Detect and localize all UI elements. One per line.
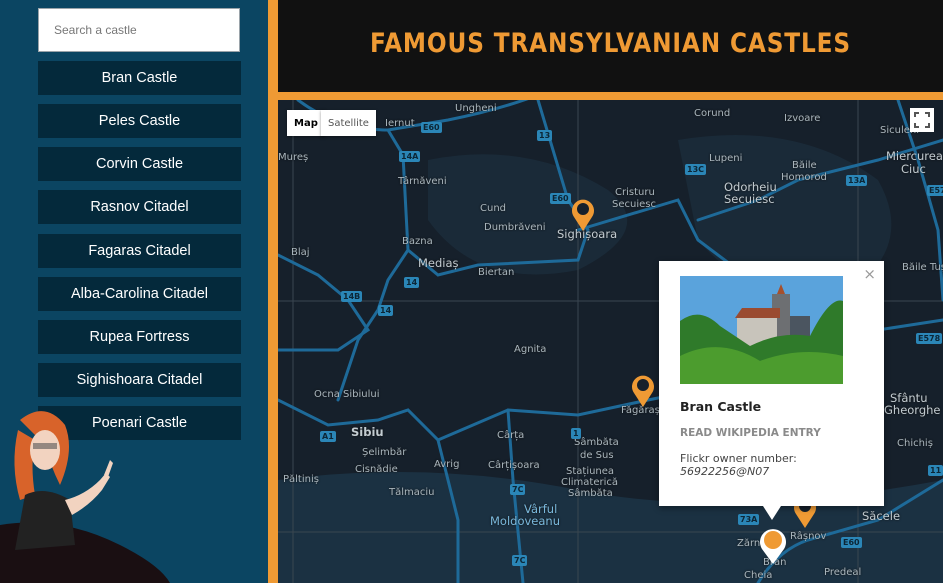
road-shield: 1	[571, 428, 581, 439]
castle-item-sighisoara[interactable]: Sighishoara Citadel	[38, 363, 241, 397]
sidebar: Bran Castle Peles Castle Corvin Castle R…	[0, 0, 268, 583]
map-label: Ungheni	[455, 103, 497, 114]
road-shield: E57	[927, 185, 943, 196]
map-label: Sibiu	[351, 425, 384, 439]
search-input[interactable]	[38, 8, 240, 52]
road-shield: E60	[550, 193, 571, 204]
map-label: Agnita	[514, 344, 547, 355]
map-type-map-button[interactable]: Map	[287, 110, 325, 136]
map-label: Sâmbăta	[568, 488, 613, 499]
road-shield: 13A	[846, 175, 868, 186]
map-label: Râșnov	[790, 531, 827, 542]
map-label: Tălmaciu	[389, 487, 435, 498]
castle-item-corvin[interactable]: Corvin Castle	[38, 147, 241, 181]
map-label: Avrig	[434, 459, 460, 470]
map-label: Băile Tuș	[902, 262, 943, 273]
fullscreen-icon	[914, 112, 930, 128]
map-label: Biertan	[478, 267, 515, 278]
road-shield: 14B	[341, 291, 363, 302]
castle-item-peles[interactable]: Peles Castle	[38, 104, 241, 138]
castle-item-alba-carolina[interactable]: Alba-Carolina Citadel	[38, 277, 241, 311]
map-label: Săcele	[862, 509, 901, 523]
map-label: Dumbrăveni	[484, 222, 546, 233]
map-label: Predeal	[824, 567, 862, 578]
road-shield: 13C	[685, 164, 707, 175]
castle-item-fagaras[interactable]: Fagaras Citadel	[38, 234, 241, 268]
map-label: Mureș	[278, 152, 309, 163]
map-label: Bazna	[402, 236, 433, 247]
road-shield: 11	[928, 465, 943, 476]
castle-marker-sighisoara[interactable]	[570, 197, 596, 233]
map-label: Corund	[694, 108, 731, 119]
map-label: Ocna Sibiului	[314, 389, 380, 400]
castle-item-rasnov[interactable]: Rasnov Citadel	[38, 190, 241, 224]
close-icon[interactable]: ×	[863, 265, 876, 283]
map-label: Șelimbăr	[362, 447, 407, 458]
map-label: Miercurea	[886, 149, 943, 163]
map-type-satellite-button[interactable]: Satellite	[321, 110, 376, 136]
header: FAMOUS TRANSYLVANIAN CASTLES	[278, 0, 943, 92]
divider	[268, 0, 278, 583]
map-label: Băile	[792, 160, 817, 171]
map-label: de Sus	[580, 450, 614, 461]
road-shield: A1	[320, 431, 336, 442]
map-label: Chichiș	[897, 438, 933, 449]
map-label: Mediaș	[418, 256, 459, 270]
map-label: Cârțișoara	[488, 460, 540, 471]
flickr-owner-label: Flickr owner number:	[680, 452, 797, 465]
map-label: Lupeni	[709, 153, 743, 164]
header-border	[278, 92, 943, 100]
page-title: FAMOUS TRANSYLVANIAN CASTLES	[370, 28, 851, 59]
flickr-owner: Flickr owner number: 56922256@N07	[680, 452, 797, 478]
map-label: Păltiniș	[283, 474, 319, 485]
map-label: Cund	[480, 203, 507, 214]
road-shield: 7C	[512, 555, 528, 566]
map-label: Secuiesc	[724, 192, 775, 206]
map-label: Gheorghe	[884, 403, 941, 417]
map-label: Blaj	[291, 247, 310, 258]
road-shield: E60	[841, 537, 862, 548]
map-label: Moldoveanu	[490, 514, 560, 528]
map-label: Târnăveni	[398, 176, 447, 187]
road-shield: 7C	[510, 484, 526, 495]
map-label: Secuiesc	[612, 199, 656, 210]
fullscreen-button[interactable]	[910, 108, 934, 132]
road-shield: E578	[916, 333, 943, 344]
road-shield: E60	[421, 122, 442, 133]
info-title: Bran Castle	[680, 399, 762, 414]
map-label: Ciuc	[901, 162, 926, 176]
info-window: × Bran Castle READ WIKIPEDIA ENTRY Flick…	[659, 261, 884, 520]
road-shield: 13	[537, 130, 553, 141]
castle-marker-bran-selected[interactable]	[758, 526, 788, 566]
map-label: Izvoare	[784, 113, 821, 124]
map-label: Homorod	[781, 172, 827, 183]
map-label: Cisnădie	[355, 464, 398, 475]
map-label: Sâmbăta	[574, 437, 619, 448]
map-label: Cristuru	[615, 187, 655, 198]
map-label: Cheia	[744, 570, 773, 581]
map-label: Cârța	[497, 430, 525, 441]
road-shield: 14	[404, 277, 420, 288]
castle-marker-fagaras[interactable]	[630, 373, 656, 409]
wikipedia-link[interactable]: READ WIKIPEDIA ENTRY	[680, 427, 821, 439]
castle-item-rupea[interactable]: Rupea Fortress	[38, 320, 241, 354]
castle-item-bran[interactable]: Bran Castle	[38, 61, 241, 95]
flickr-owner-value: 56922256@N07	[680, 465, 770, 478]
map-label: Iernut	[385, 118, 415, 129]
road-shield: 14A	[399, 151, 421, 162]
road-shield: 14	[378, 305, 394, 316]
road-shield: 73A	[738, 514, 760, 525]
castle-photo	[680, 276, 843, 384]
witch-illustration	[0, 411, 170, 583]
map[interactable]: Ungheni Iernut Mureș Târnăveni Cund Dumb…	[278, 100, 943, 583]
